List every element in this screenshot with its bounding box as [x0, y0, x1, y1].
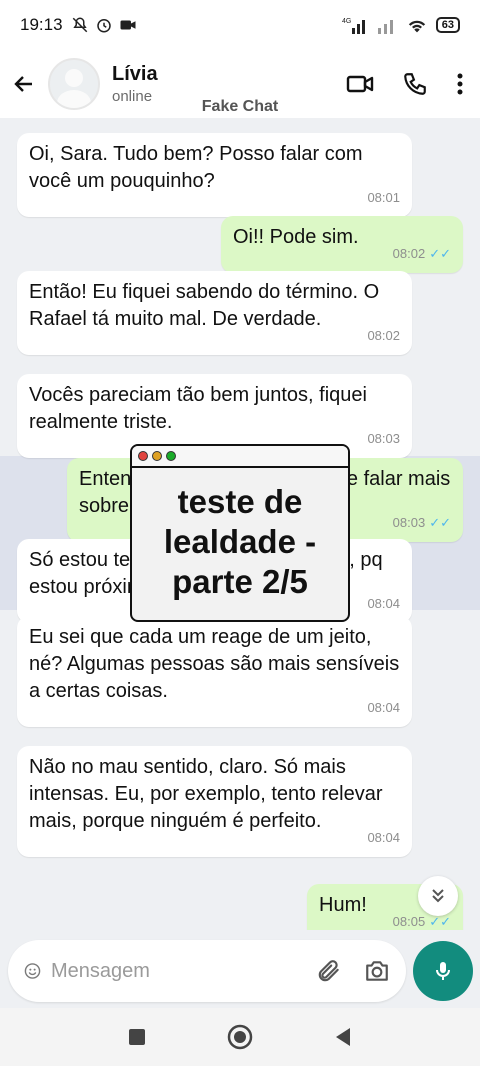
message-input[interactable] — [51, 959, 316, 983]
alarm-icon — [96, 19, 111, 33]
overlay-line-1: teste de — [177, 483, 303, 520]
message-time: 08:04 — [367, 700, 400, 715]
header-actions — [346, 71, 470, 97]
message-incoming[interactable]: Oi, Sara. Tudo bem? Posso falar com você… — [17, 133, 412, 217]
green-dot-icon — [166, 451, 176, 461]
overlay-line-2: lealdade - — [163, 523, 317, 560]
yellow-dot-icon — [152, 451, 162, 461]
signal-2-icon — [377, 20, 393, 34]
message-time: 08:03 ✓✓ — [393, 509, 451, 536]
signal-icon: 4G — [342, 18, 365, 34]
camera-status-icon — [120, 20, 136, 30]
message-outgoing[interactable]: Oi!! Pode sim. 08:02 ✓✓ — [221, 216, 463, 273]
message-composer — [8, 940, 406, 1002]
camera-icon[interactable] — [364, 958, 390, 984]
scroll-down-button[interactable] — [418, 876, 458, 916]
message-incoming[interactable]: Então! Eu fiquei sabendo do término. O R… — [17, 271, 412, 355]
phone-icon[interactable] — [402, 71, 428, 97]
contact-name: Lívia — [112, 63, 158, 85]
window-titlebar — [132, 446, 348, 468]
red-dot-icon — [138, 451, 148, 461]
message-time: 08:04 — [367, 596, 400, 611]
message-text: Não no mau sentido, claro. Só mais inten… — [29, 756, 383, 832]
message-text: Oi, Sara. Tudo bem? Posso falar com você… — [29, 143, 363, 192]
recents-icon[interactable] — [127, 1027, 147, 1047]
back-nav-icon[interactable] — [333, 1026, 353, 1048]
emoji-icon[interactable] — [24, 958, 41, 984]
message-text: Hum! — [319, 894, 367, 916]
mute-icon — [72, 17, 87, 33]
message-time: 08:02 ✓✓ — [393, 240, 451, 267]
arrow-left-icon[interactable] — [10, 70, 38, 98]
overlay-line-3: parte 2/5 — [172, 563, 308, 600]
message-text: Então! Eu fiquei sabendo do término. O R… — [29, 281, 380, 330]
message-incoming[interactable]: Não no mau sentido, claro. Só mais inten… — [17, 746, 412, 857]
app-label: Fake Chat — [201, 98, 279, 115]
overlay-title: teste de lealdade - parte 2/5 — [132, 468, 348, 602]
status-icons-left — [71, 16, 137, 34]
read-ticks-icon: ✓✓ — [429, 246, 451, 261]
title-overlay-card: teste de lealdade - parte 2/5 — [130, 444, 350, 622]
message-text: Eu sei que cada um reage de um jeito, né… — [29, 626, 400, 702]
composer-actions — [316, 958, 390, 984]
battery-icon: 63 — [435, 17, 460, 33]
message-time: 08:04 — [367, 830, 400, 845]
mic-button[interactable] — [413, 941, 473, 1001]
message-text: Vocês pareciam tão bem juntos, fiquei re… — [29, 384, 367, 433]
svg-text:4G: 4G — [342, 18, 351, 25]
paperclip-icon[interactable] — [316, 958, 342, 984]
message-time: 08:02 — [367, 328, 400, 343]
system-navbar — [0, 1008, 480, 1066]
video-call-icon[interactable] — [346, 72, 374, 96]
wifi-icon — [408, 20, 425, 33]
read-ticks-icon: ✓✓ — [429, 515, 451, 530]
status-bar: 19:13 4G 63 — [0, 0, 480, 50]
status-time: 19:13 — [20, 15, 63, 34]
message-time: 08:01 — [367, 190, 400, 205]
mic-icon — [436, 962, 450, 980]
status-icons-right: 4G 63 — [342, 16, 460, 34]
message-text: Oi!! Pode sim. — [233, 226, 359, 248]
message-incoming[interactable]: Eu sei que cada um reage de um jeito, né… — [17, 616, 412, 727]
home-icon[interactable] — [227, 1024, 253, 1050]
more-vert-icon[interactable] — [456, 72, 464, 96]
message-time: 08:03 — [367, 431, 400, 446]
double-chevron-down-icon — [432, 889, 444, 903]
